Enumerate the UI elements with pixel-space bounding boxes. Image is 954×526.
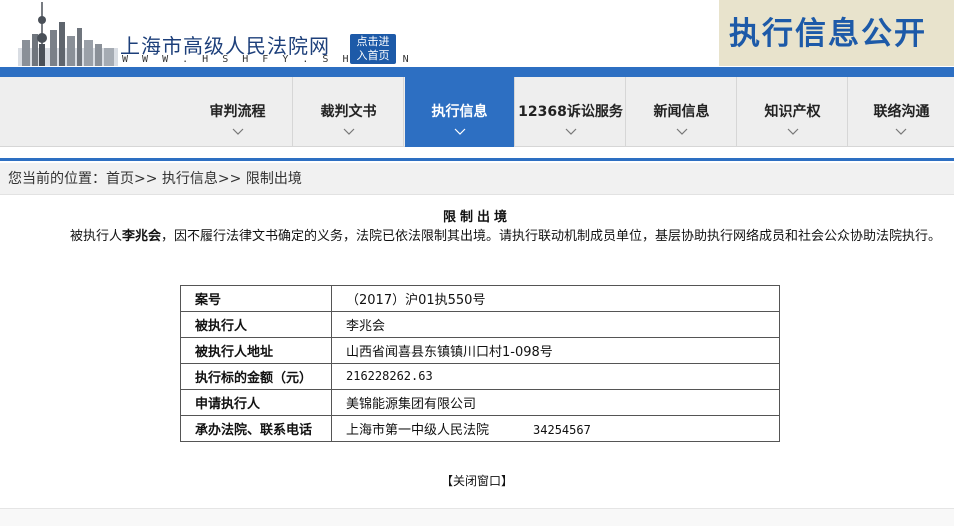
content-divider <box>0 158 954 161</box>
nav-label: 裁判文书 <box>320 104 377 120</box>
shanghai-skyline-icon <box>18 2 118 66</box>
home-button-line2: 入首页 <box>356 49 390 62</box>
nav-item-judgments[interactable]: 裁判文书 <box>294 77 404 147</box>
row-value: 216228262.63 <box>331 363 780 390</box>
close-window-link[interactable]: 【关闭窗口】 <box>0 472 954 489</box>
banner-title: 执行信息公开 <box>729 16 927 52</box>
home-button-line1: 点击进 <box>356 35 390 48</box>
chevron-down-icon <box>676 128 688 135</box>
site-logo[interactable]: 上海市高级人民法院网 W W W . H S H F Y . S H . C N <box>18 0 409 68</box>
main-nav: 审判流程 裁判文书 执行信息 12368诉讼服务 新闻信息 知识产权 联络沟通 <box>0 77 954 147</box>
nav-label: 联络沟通 <box>873 104 930 120</box>
chevron-down-icon <box>787 128 799 135</box>
nav-item-news[interactable]: 新闻信息 <box>627 77 737 147</box>
table-row: 被执行人 李兆会 <box>180 311 780 338</box>
footer <box>0 508 954 526</box>
row-key: 被执行人 <box>180 311 332 338</box>
breadcrumb: 您当前的位置：首页>> 执行信息>> 限制出境 <box>0 163 954 195</box>
intro-post: ，因不履行法律文书确定的义务，法院已依法限制其出境。请执行联动机制成员单位，基层… <box>161 229 942 244</box>
breadcrumb-separator: >> <box>134 171 158 187</box>
nav-label: 执行信息 <box>431 104 488 120</box>
row-key: 申请执行人 <box>180 389 332 416</box>
breadcrumb-home-link[interactable]: 首页 <box>106 171 134 187</box>
row-value: 美锦能源集团有限公司 <box>331 389 780 416</box>
intro-name: 李兆会 <box>122 229 162 244</box>
row-key: 承办法院、联系电话 <box>180 415 332 442</box>
case-info-table: 案号 （2017）沪01执550号 被执行人 李兆会 被执行人地址 山西省闻喜县… <box>180 285 780 442</box>
nav-label: 新闻信息 <box>653 104 710 120</box>
breadcrumb-section-link[interactable]: 执行信息 <box>162 171 218 187</box>
table-row: 被执行人地址 山西省闻喜县东镇镇川口村1-098号 <box>180 337 780 364</box>
chevron-down-icon <box>343 128 355 135</box>
table-row: 案号 （2017）沪01执550号 <box>180 285 780 312</box>
nav-item-trial-process[interactable]: 审判流程 <box>183 77 293 147</box>
breadcrumb-prefix: 您当前的位置： <box>8 171 106 187</box>
nav-item-litigation-service[interactable]: 12368诉讼服务 <box>516 77 626 147</box>
row-value: 山西省闻喜县东镇镇川口村1-098号 <box>331 337 780 364</box>
intro-pre: 被执行人 <box>70 229 123 244</box>
row-key: 被执行人地址 <box>180 337 332 364</box>
court-phone: 34254567 <box>533 423 591 437</box>
chevron-down-icon <box>565 128 577 135</box>
chevron-down-icon <box>454 128 466 135</box>
nav-item-contact[interactable]: 联络沟通 <box>849 77 954 147</box>
nav-item-enforcement-info[interactable]: 执行信息 <box>405 77 515 147</box>
chevron-down-icon <box>895 128 907 135</box>
nav-label: 审判流程 <box>209 104 266 120</box>
nav-label: 知识产权 <box>764 104 821 120</box>
row-value: （2017）沪01执550号 <box>331 285 780 312</box>
row-key: 执行标的金额（元） <box>180 363 332 390</box>
breadcrumb-current: 限制出境 <box>245 171 302 187</box>
row-value: 李兆会 <box>331 311 780 338</box>
row-key: 案号 <box>180 285 332 312</box>
intro-paragraph: 被执行人李兆会，因不履行法律文书确定的义务，法院已依法限制其出境。请执行联动机制… <box>12 227 947 247</box>
header-divider <box>0 67 954 77</box>
court-name: 上海市第一中级人民法院 <box>346 423 490 438</box>
home-button[interactable]: 点击进 入首页 <box>350 34 396 64</box>
chevron-down-icon <box>232 128 244 135</box>
table-row: 承办法院、联系电话 上海市第一中级人民法院 34254567 <box>180 415 780 442</box>
table-row: 申请执行人 美锦能源集团有限公司 <box>180 389 780 416</box>
row-value: 上海市第一中级人民法院 34254567 <box>331 415 780 442</box>
nav-label: 12368诉讼服务 <box>518 104 623 120</box>
nav-item-ip[interactable]: 知识产权 <box>738 77 848 147</box>
site-header: 上海市高级人民法院网 W W W . H S H F Y . S H . C N… <box>0 0 954 68</box>
section-banner: 执行信息公开 <box>719 0 954 66</box>
table-row: 执行标的金额（元） 216228262.63 <box>180 363 780 390</box>
breadcrumb-separator: >> <box>217 171 242 187</box>
amount-value: 216228262.63 <box>346 369 433 383</box>
page-title: 限制出境 <box>442 210 511 225</box>
